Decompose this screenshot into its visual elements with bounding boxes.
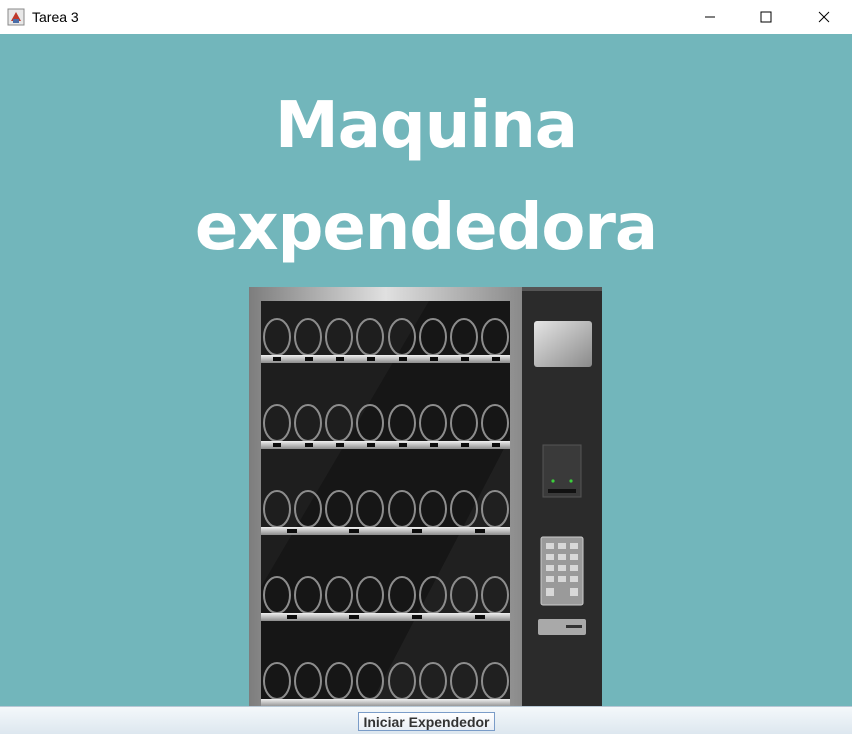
java-app-icon bbox=[7, 8, 25, 26]
window-titlebar: Tarea 3 bbox=[0, 0, 852, 34]
vending-machine-illustration bbox=[249, 287, 602, 706]
main-panel: Maquina expendedora bbox=[0, 34, 852, 706]
heading-line-2: expendedora bbox=[194, 191, 658, 265]
start-dispenser-button[interactable]: Iniciar Expendedor bbox=[358, 712, 495, 731]
window-title: Tarea 3 bbox=[32, 9, 79, 25]
minimize-button[interactable] bbox=[681, 0, 739, 34]
maximize-button[interactable] bbox=[737, 0, 795, 34]
minimize-icon bbox=[705, 16, 715, 18]
close-icon bbox=[818, 11, 830, 23]
heading-line-1: Maquina bbox=[275, 89, 578, 163]
maximize-icon bbox=[760, 11, 772, 23]
bottom-button-bar: Iniciar Expendedor bbox=[0, 706, 852, 734]
close-button[interactable] bbox=[795, 0, 852, 34]
